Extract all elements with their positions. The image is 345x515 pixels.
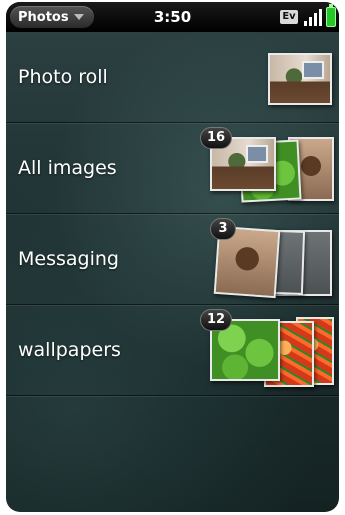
album-row-photo-roll[interactable]: Photo roll (6, 32, 339, 123)
album-label: Photo roll (18, 66, 108, 88)
album-count-badge: 12 (200, 309, 233, 331)
album-label: Messaging (18, 248, 119, 270)
album-count-badge: 3 (210, 218, 236, 240)
album-label: wallpapers (18, 339, 121, 361)
network-type-badge: Ev (280, 10, 298, 24)
album-row-wallpapers[interactable]: wallpapers 12 (6, 305, 339, 396)
album-list: Photo roll All images 16 Messaging 3 wal… (6, 32, 339, 396)
signal-icon (302, 8, 324, 26)
album-row-messaging[interactable]: Messaging 3 (6, 214, 339, 305)
album-thumbnail (268, 53, 332, 105)
phone-screen: Photos 3:50 Ev Photo roll All images 16 (6, 2, 339, 512)
album-count-badge: 16 (200, 127, 233, 149)
album-row-all-images[interactable]: All images 16 (6, 123, 339, 214)
album-label: All images (18, 157, 117, 179)
status-bar: Photos 3:50 Ev (6, 2, 339, 32)
battery-icon (326, 4, 336, 27)
